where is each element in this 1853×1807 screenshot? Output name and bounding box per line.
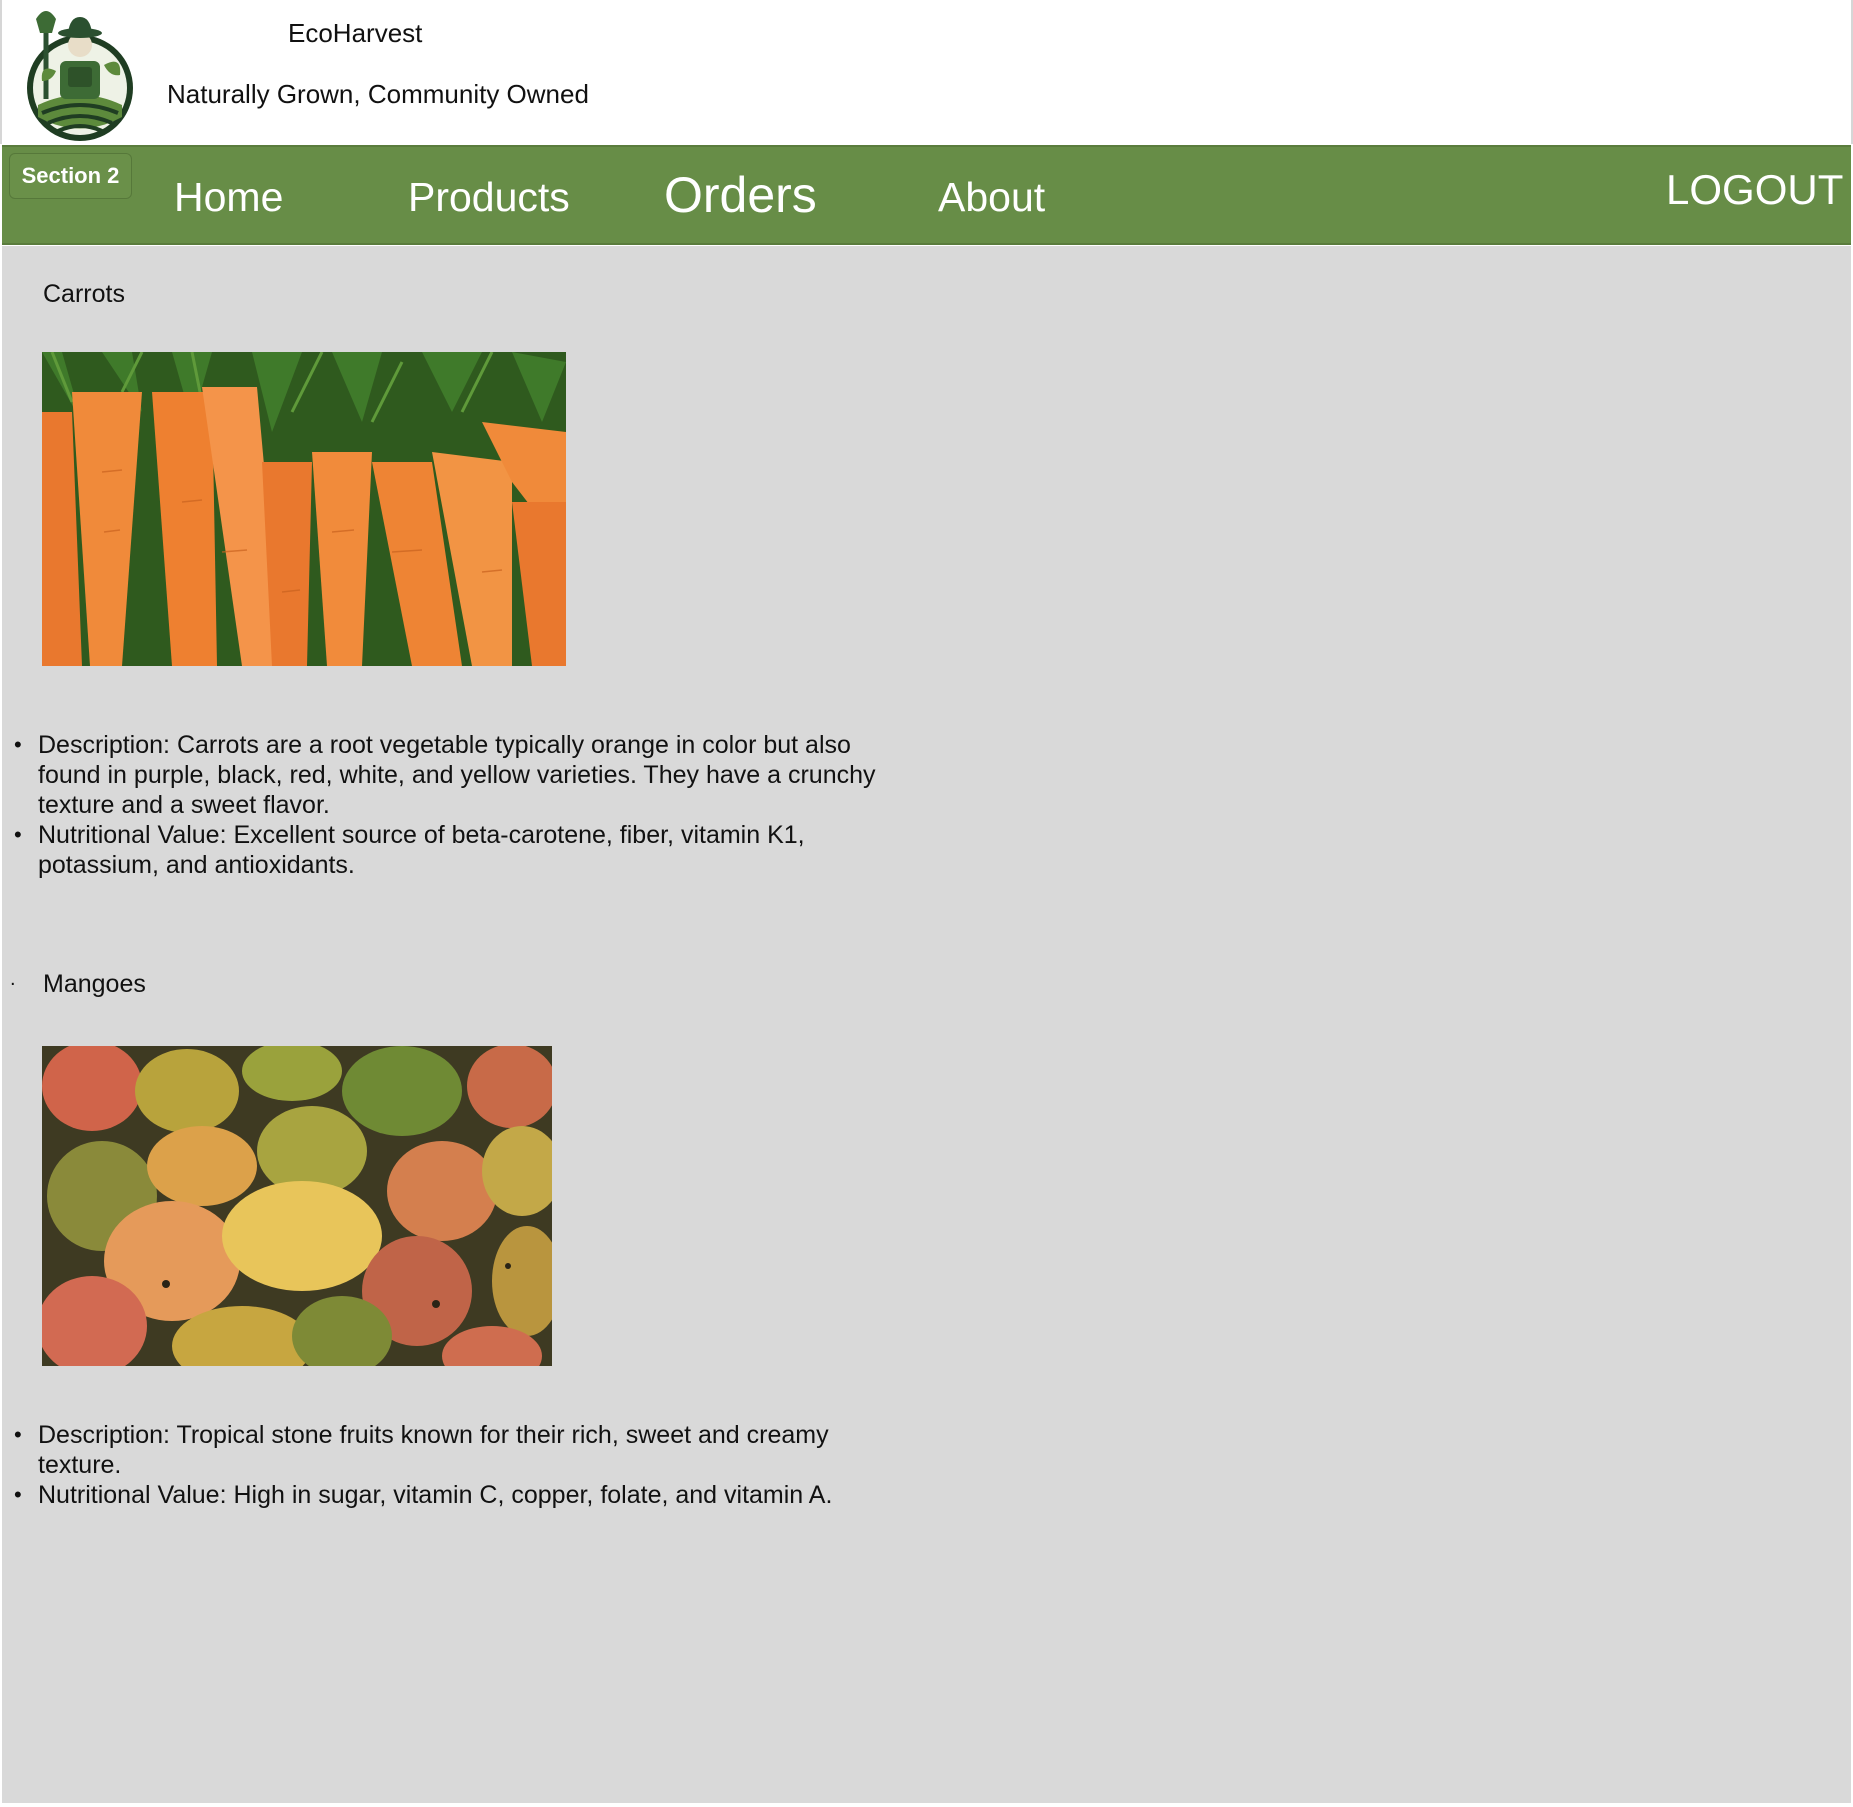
product-nutrition: Nutritional Value: Excellent source of b… xyxy=(14,820,908,880)
product-details: Description: Tropical stone fruits known… xyxy=(14,1420,908,1510)
product-title: Carrots xyxy=(43,280,125,308)
main-navbar: Section 2 Home Products Orders About LOG… xyxy=(2,145,1851,245)
nav-home-link[interactable]: Home xyxy=(174,174,283,221)
nav-about-link[interactable]: About xyxy=(938,174,1045,221)
site-header: EcoHarvest Naturally Grown, Community Ow… xyxy=(0,0,1853,144)
list-marker: . xyxy=(10,968,16,990)
product-title: Mangoes xyxy=(43,970,146,998)
farmer-logo-icon[interactable] xyxy=(24,5,136,143)
product-nutrition: Nutritional Value: High in sugar, vitami… xyxy=(14,1480,908,1510)
mangoes-photo xyxy=(42,1046,552,1366)
product-details: Description: Carrots are a root vegetabl… xyxy=(14,730,908,880)
logout-button[interactable]: LOGOUT xyxy=(1666,166,1843,214)
nav-products-link[interactable]: Products xyxy=(408,174,570,221)
product-description: Description: Carrots are a root vegetabl… xyxy=(14,730,908,820)
carrots-photo xyxy=(42,352,566,666)
nav-orders-link[interactable]: Orders xyxy=(664,166,817,224)
product-list: Carrots • Description: Carrots are a roo… xyxy=(2,246,1851,1803)
product-description: Description: Tropical stone fruits known… xyxy=(14,1420,908,1480)
section-badge[interactable]: Section 2 xyxy=(9,153,132,199)
brand-tagline: Naturally Grown, Community Owned xyxy=(167,79,589,109)
brand-name: EcoHarvest xyxy=(288,18,423,48)
